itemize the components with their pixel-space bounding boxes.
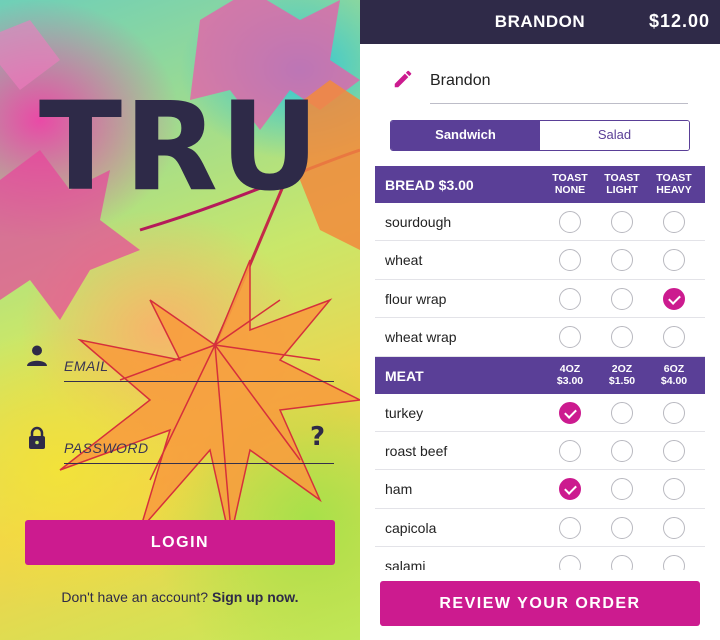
email-input[interactable]	[64, 342, 334, 382]
signup-link[interactable]: Sign up now.	[212, 589, 299, 605]
option-row: roast beef	[375, 432, 705, 471]
option-label: ham	[385, 481, 413, 498]
column-header-line: 6OZ	[663, 362, 685, 375]
radio-button[interactable]	[611, 439, 633, 462]
column-header-line: $4.00	[660, 374, 688, 387]
column-header-line: LIGHT	[606, 184, 638, 196]
column-header-line: TOAST	[656, 172, 692, 184]
meat-section-title: MEAT	[385, 367, 424, 384]
options-table: BREAD $3.00 TOAST NONE TOAST LIGHT TOAST…	[375, 166, 705, 586]
column-header: TOAST NONE	[544, 172, 596, 196]
meat-section-header: MEAT 4OZ $3.00 2OZ $1.50 6OZ $4.00	[375, 356, 705, 394]
column-header-line: 2OZ	[611, 362, 633, 375]
password-input[interactable]	[64, 424, 334, 464]
option-row: wheat wrap	[375, 318, 705, 357]
option-row: ham	[375, 470, 705, 509]
radio-button[interactable]	[663, 249, 685, 272]
option-label: wheat	[385, 252, 423, 269]
order-header: BRANDON $12.00	[360, 0, 720, 44]
column-header: 2OZ $1.50	[596, 363, 648, 387]
radio-selected[interactable]	[559, 401, 581, 424]
pencil-icon	[394, 70, 412, 88]
app-logo: TRU	[38, 76, 322, 218]
login-screen: TRU ? LOGIN Don't have an account? Sign …	[0, 0, 360, 640]
radio-button[interactable]	[663, 478, 685, 501]
radio-button[interactable]	[611, 211, 633, 233]
option-row: turkey	[375, 394, 705, 432]
radio-button[interactable]	[663, 439, 685, 462]
password-field-group	[26, 424, 336, 468]
customer-name-field	[390, 66, 690, 104]
column-header-line: TOAST	[552, 172, 588, 184]
segment-salad[interactable]: Salad	[540, 121, 689, 150]
bread-section-title: BREAD $3.00	[385, 177, 474, 193]
radio-button[interactable]	[611, 478, 633, 501]
user-icon	[27, 345, 47, 366]
radio-button[interactable]	[611, 401, 633, 424]
radio-button[interactable]	[611, 249, 633, 272]
customer-name-input[interactable]	[430, 66, 688, 104]
column-header-line: 4OZ	[559, 362, 581, 375]
option-row: sourdough	[375, 203, 705, 242]
option-row: wheat	[375, 241, 705, 280]
option-row: flour wrap	[375, 280, 705, 319]
option-label: flour wrap	[385, 290, 447, 307]
login-button[interactable]: LOGIN	[25, 520, 335, 565]
column-header: 6OZ $4.00	[648, 363, 700, 387]
meat-rows: turkey roast beef ham capicola salami	[375, 394, 705, 586]
bread-section-header: BREAD $3.00 TOAST NONE TOAST LIGHT TOAST…	[375, 166, 705, 203]
column-header-line: $1.50	[608, 374, 636, 387]
radio-button[interactable]	[663, 211, 685, 233]
lock-icon	[29, 426, 45, 449]
radio-selected[interactable]	[663, 287, 685, 310]
item-type-toggle: Sandwich Salad	[390, 120, 690, 151]
column-header-line: TOAST	[604, 172, 640, 184]
radio-button[interactable]	[611, 516, 633, 539]
radio-button[interactable]	[559, 516, 581, 539]
column-header: 4OZ $3.00	[544, 363, 596, 387]
option-label: turkey	[385, 404, 424, 421]
segment-sandwich[interactable]: Sandwich	[391, 121, 540, 150]
bread-rows: sourdough wheat flour wrap wheat wrap	[375, 203, 705, 357]
email-field-group	[26, 342, 336, 386]
help-icon[interactable]: ?	[310, 422, 325, 452]
column-header-line: $3.00	[556, 374, 584, 387]
order-screen: BRANDON $12.00 Sandwich Salad BREAD $3.0…	[360, 0, 720, 640]
column-header-line: NONE	[554, 184, 586, 196]
order-total: $12.00	[648, 11, 710, 31]
radio-button[interactable]	[663, 516, 685, 539]
signup-prompt: Don't have an account? Sign up now.	[0, 589, 360, 605]
radio-button[interactable]	[559, 439, 581, 462]
option-label: wheat wrap	[385, 329, 457, 346]
radio-button[interactable]	[559, 211, 581, 233]
signup-prefix: Don't have an account?	[61, 589, 209, 605]
option-label: sourdough	[385, 214, 452, 230]
radio-button[interactable]	[663, 326, 685, 349]
radio-button[interactable]	[559, 249, 581, 272]
radio-button[interactable]	[611, 287, 633, 310]
option-label: roast beef	[385, 442, 448, 459]
review-order-button[interactable]: REVIEW YOUR ORDER	[380, 581, 700, 626]
option-label: capicola	[385, 519, 437, 536]
column-header: TOAST HEAVY	[648, 172, 700, 196]
radio-button[interactable]	[611, 326, 633, 349]
column-header: TOAST LIGHT	[596, 172, 648, 196]
radio-button[interactable]	[663, 401, 685, 424]
radio-button[interactable]	[559, 326, 581, 349]
option-row: capicola	[375, 509, 705, 548]
radio-selected[interactable]	[559, 478, 581, 501]
radio-button[interactable]	[559, 287, 581, 310]
column-header-line: HEAVY	[656, 184, 692, 196]
